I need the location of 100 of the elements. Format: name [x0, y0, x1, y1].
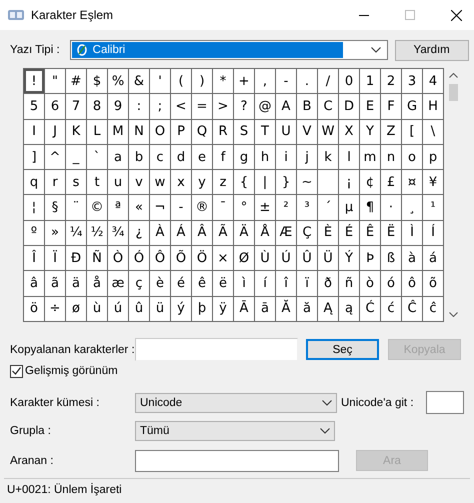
- character-cell[interactable]: v: [129, 170, 150, 196]
- character-cell[interactable]: ç: [129, 271, 150, 297]
- character-cell[interactable]: 8: [87, 94, 108, 120]
- character-cell[interactable]: 1: [360, 69, 381, 94]
- font-dropdown[interactable]: Calibri: [70, 40, 388, 60]
- character-cell[interactable]: °: [234, 195, 255, 221]
- character-cell[interactable]: ¯: [213, 195, 234, 221]
- character-cell[interactable]: æ: [108, 271, 129, 297]
- character-cell[interactable]: Ô: [150, 246, 171, 272]
- character-cell[interactable]: Ò: [108, 246, 129, 272]
- character-cell[interactable]: ć: [381, 296, 402, 322]
- character-cell[interactable]: ´: [318, 195, 339, 221]
- character-cell[interactable]: ă: [297, 296, 318, 322]
- character-cell[interactable]: V: [297, 120, 318, 145]
- character-cell[interactable]: Õ: [171, 246, 192, 272]
- character-cell[interactable]: ¤: [402, 170, 423, 196]
- character-cell[interactable]: ò: [360, 271, 381, 297]
- character-cell[interactable]: E: [360, 94, 381, 120]
- character-cell[interactable]: d: [171, 144, 192, 170]
- character-cell[interactable]: F: [381, 94, 402, 120]
- character-cell[interactable]: j: [297, 144, 318, 170]
- character-cell[interactable]: 5: [24, 94, 45, 120]
- character-cell[interactable]: ï: [297, 271, 318, 297]
- character-cell[interactable]: 2: [381, 69, 402, 94]
- character-cell[interactable]: Þ: [360, 246, 381, 272]
- character-cell[interactable]: Æ: [276, 220, 297, 246]
- character-cell[interactable]: Ñ: [87, 246, 108, 272]
- character-cell[interactable]: º: [24, 220, 45, 246]
- character-cell[interactable]: W: [318, 120, 339, 145]
- character-cell[interactable]: À: [150, 220, 171, 246]
- character-cell[interactable]: u: [108, 170, 129, 196]
- character-cell[interactable]: >: [213, 94, 234, 120]
- character-cell[interactable]: o: [402, 144, 423, 170]
- search-field[interactable]: [135, 450, 339, 472]
- character-cell[interactable]: Ą: [318, 296, 339, 322]
- character-cell[interactable]: Ú: [276, 246, 297, 272]
- character-cell[interactable]: Ì: [402, 220, 423, 246]
- character-cell[interactable]: G: [402, 94, 423, 120]
- character-cell[interactable]: ½: [87, 220, 108, 246]
- character-cell[interactable]: (: [171, 69, 192, 94]
- character-cell[interactable]: «: [129, 195, 150, 221]
- character-cell[interactable]: ¦: [24, 195, 45, 221]
- character-cell[interactable]: l: [339, 144, 360, 170]
- charset-dropdown[interactable]: Unicode: [135, 392, 337, 413]
- character-cell[interactable]: ø: [66, 296, 87, 322]
- character-cell[interactable]: +: [234, 69, 255, 94]
- group-by-dropdown[interactable]: Tümü: [135, 420, 335, 441]
- character-cell[interactable]: *: [213, 69, 234, 94]
- character-cell[interactable]: R: [213, 120, 234, 145]
- character-cell[interactable]: Ý: [339, 246, 360, 272]
- character-cell[interactable]: ú: [108, 296, 129, 322]
- character-cell[interactable]: x: [171, 170, 192, 196]
- character-cell[interactable]: é: [171, 271, 192, 297]
- character-cell[interactable]: á: [423, 246, 444, 272]
- character-cell[interactable]: Å: [255, 220, 276, 246]
- character-cell[interactable]: Ï: [45, 246, 66, 272]
- character-cell[interactable]: i: [276, 144, 297, 170]
- character-cell[interactable]: à: [402, 246, 423, 272]
- character-cell[interactable]: @: [255, 94, 276, 120]
- character-cell[interactable]: f: [213, 144, 234, 170]
- character-cell[interactable]: ÷: [45, 296, 66, 322]
- character-cell[interactable]: Â: [192, 220, 213, 246]
- character-cell[interactable]: n: [381, 144, 402, 170]
- character-cell[interactable]: ¾: [108, 220, 129, 246]
- character-cell[interactable]: ð: [318, 271, 339, 297]
- scroll-down-icon[interactable]: [449, 312, 458, 317]
- character-cell[interactable]: |: [255, 170, 276, 196]
- character-cell[interactable]: ô: [402, 271, 423, 297]
- character-cell[interactable]: }: [276, 170, 297, 196]
- character-cell[interactable]: Ĉ: [402, 296, 423, 322]
- character-cell[interactable]: ü: [150, 296, 171, 322]
- character-cell[interactable]: ¼: [66, 220, 87, 246]
- character-cell[interactable]: Ë: [381, 220, 402, 246]
- character-cell[interactable]: B: [297, 94, 318, 120]
- character-cell[interactable]: U: [276, 120, 297, 145]
- character-cell[interactable]: ÿ: [213, 296, 234, 322]
- character-cell[interactable]: ·: [381, 195, 402, 221]
- character-cell[interactable]: ¹: [423, 195, 444, 221]
- character-cell[interactable]: ]: [24, 144, 45, 170]
- character-cell[interactable]: e: [192, 144, 213, 170]
- character-cell[interactable]: è: [150, 271, 171, 297]
- character-cell[interactable]: ±: [255, 195, 276, 221]
- character-cell[interactable]: Î: [24, 246, 45, 272]
- character-cell[interactable]: m: [360, 144, 381, 170]
- character-cell[interactable]: ą: [339, 296, 360, 322]
- character-cell[interactable]: ¥: [423, 170, 444, 196]
- character-cell[interactable]: ®: [192, 195, 213, 221]
- character-cell[interactable]: k: [318, 144, 339, 170]
- character-cell[interactable]: ¿: [129, 220, 150, 246]
- character-cell[interactable]: õ: [423, 271, 444, 297]
- character-cell[interactable]: Ø: [234, 246, 255, 272]
- character-cell[interactable]: z: [213, 170, 234, 196]
- character-cell[interactable]: ã: [45, 271, 66, 297]
- character-cell[interactable]: Ù: [255, 246, 276, 272]
- character-cell[interactable]: $: [87, 69, 108, 94]
- character-cell[interactable]: £: [381, 170, 402, 196]
- character-cell[interactable]: ó: [381, 271, 402, 297]
- character-cell[interactable]: L: [87, 120, 108, 145]
- character-cell[interactable]: ê: [192, 271, 213, 297]
- character-cell[interactable]: y: [192, 170, 213, 196]
